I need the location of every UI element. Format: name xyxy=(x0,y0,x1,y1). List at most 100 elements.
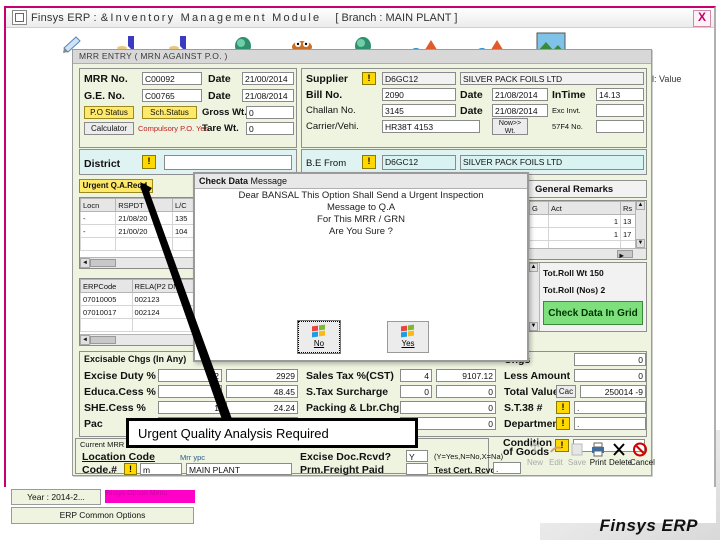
scrollbar-thumb[interactable] xyxy=(90,259,116,267)
be-from-code-field[interactable]: D6GC12 xyxy=(382,155,456,170)
education-cess-rate[interactable]: 2 xyxy=(158,385,222,398)
location-grid-table: Locn RSPDT L/C - 21/08/20 135 - 21/00/20… xyxy=(79,198,203,251)
tare-wt-field[interactable]: 0 xyxy=(246,122,294,135)
test-cert-field[interactable]: . xyxy=(493,462,521,474)
department-bang-icon[interactable]: ! xyxy=(556,417,570,430)
now-weight-button[interactable]: Now>> Wt. xyxy=(492,118,528,135)
be-from-bang-icon[interactable]: ! xyxy=(362,155,376,169)
gross-wt-field[interactable]: 0 xyxy=(246,106,294,119)
supplier-bang-icon[interactable]: ! xyxy=(362,72,376,85)
excise-duty-amount[interactable]: 2929 xyxy=(226,369,298,382)
sales-tax-amount[interactable]: 9107.12 xyxy=(436,369,496,382)
cancel-button[interactable]: Cancel xyxy=(630,440,655,472)
dialog-no-button[interactable]: No xyxy=(297,320,341,354)
table-row[interactable]: 1 13 xyxy=(529,214,646,228)
bill-no-field[interactable]: 2090 xyxy=(382,88,456,101)
stax-surcharge-label: S.Tax Surcharge xyxy=(306,386,389,398)
general-remarks-grid[interactable]: G Act Rs 1 13 1 17 ▲ ▼ ► xyxy=(528,200,647,260)
supplier-name-field[interactable]: SILVER PACK FOILS LTD xyxy=(460,72,644,85)
challan-date-field[interactable]: 21/08/2014 xyxy=(492,104,548,117)
horizontal-scrollbar[interactable]: ◄ xyxy=(80,334,202,345)
total-value-field[interactable]: 250014 -9 xyxy=(580,385,646,398)
bill-date-field[interactable]: 21/08/2014 xyxy=(492,88,548,101)
in-time-field[interactable]: 14.13 xyxy=(596,88,644,101)
sales-tax-rate[interactable]: 4 xyxy=(400,369,432,382)
cell: - xyxy=(79,224,117,238)
new-button[interactable]: New xyxy=(525,440,545,472)
challan-no-field[interactable]: 3145 xyxy=(382,104,456,117)
carrier-field[interactable]: HR38T 4153 xyxy=(382,120,480,133)
print-button[interactable]: Print xyxy=(588,440,608,472)
department-field[interactable]: . xyxy=(574,417,646,430)
urgent-qa-required-button[interactable]: Urgent Q.A.Reqd. xyxy=(79,179,153,193)
table-row[interactable]: 07010017 002124 xyxy=(80,305,203,319)
district-bang-icon[interactable]: ! xyxy=(142,155,156,169)
table-row[interactable]: 1 17 xyxy=(529,227,646,241)
location-grid[interactable]: Locn RSPDT L/C - 21/08/20 135 - 21/00/20… xyxy=(79,197,203,269)
st38-bang-icon[interactable]: ! xyxy=(556,401,570,414)
form-57f4-field[interactable] xyxy=(596,120,644,133)
excise-doc-field[interactable]: Y xyxy=(406,450,428,462)
ge-date-field[interactable]: 21/08/2014 xyxy=(242,89,294,102)
table-row[interactable]: - 21/08/20 135 xyxy=(79,211,203,225)
dialog-message-line: Message to Q.A xyxy=(326,202,396,213)
she-cess-rate[interactable]: 1 xyxy=(158,401,222,414)
table-row[interactable] xyxy=(80,318,203,332)
table-row[interactable]: - 21/00/20 104 xyxy=(79,224,203,238)
total-roll-weight-label: Tot.Roll Wt 150 xyxy=(543,268,604,278)
mrr-date-field[interactable]: 21/00/2014 xyxy=(242,72,294,85)
close-icon[interactable]: X xyxy=(693,10,711,27)
save-button[interactable]: Save xyxy=(567,440,587,472)
stax-surcharge-amount[interactable]: 0 xyxy=(436,385,496,398)
table-row[interactable] xyxy=(79,237,203,251)
table-row[interactable]: 07010005 002123 xyxy=(80,292,203,306)
scroll-up-icon[interactable]: ▲ xyxy=(529,263,538,272)
year-button[interactable]: Year : 2014-2... xyxy=(11,489,101,505)
scroll-left-icon[interactable]: ◄ xyxy=(80,335,90,345)
horizontal-scrollbar[interactable]: ◄ xyxy=(80,257,202,268)
dialog-message: Dear BANSAL This Option Shall Send a Urg… xyxy=(195,190,527,238)
she-cess-amount[interactable]: 24.24 xyxy=(226,401,298,414)
code-field[interactable]: m xyxy=(140,463,182,475)
excise-duty-rate[interactable]: 12 xyxy=(158,369,222,382)
vertical-scrollbar[interactable]: ▲ ▼ xyxy=(529,263,540,331)
horizontal-scrollbar[interactable]: ► xyxy=(529,248,646,260)
sch-status-button[interactable]: Sch.Status xyxy=(142,106,197,119)
challan-no-label: Challan No. xyxy=(306,105,356,116)
stax-surcharge-rate[interactable]: 0 xyxy=(400,385,432,398)
scroll-down-icon[interactable]: ▼ xyxy=(636,239,645,248)
scroll-down-icon[interactable]: ▼ xyxy=(529,322,538,331)
district-label: District xyxy=(84,158,121,170)
po-status-button[interactable]: P.O Status xyxy=(84,106,134,119)
education-cess-amount[interactable]: 48.45 xyxy=(226,385,298,398)
erp-common-options-button[interactable]: ERP Common Options xyxy=(11,507,194,524)
exc-invt-field[interactable] xyxy=(596,104,644,117)
dialog-yes-button[interactable]: Yes xyxy=(387,321,429,353)
supplier-code-field[interactable]: D6GC12 xyxy=(382,72,456,85)
st38-field[interactable]: . xyxy=(574,401,646,414)
scroll-up-icon[interactable]: ▲ xyxy=(636,201,645,210)
scrollbar-thumb[interactable]: ► xyxy=(617,250,633,260)
chgs-value[interactable]: 0 xyxy=(574,353,646,366)
erp-code-grid[interactable]: ERPCode RELA(P2 DN) 07010005 002123 0701… xyxy=(79,278,203,346)
edit-button[interactable]: Edit xyxy=(546,440,566,472)
scrollbar-thumb[interactable] xyxy=(90,336,116,344)
calc-total-button[interactable]: Cac xyxy=(556,385,576,398)
district-field[interactable] xyxy=(164,155,292,170)
delete-button[interactable]: Delete xyxy=(609,440,632,472)
code-bang-icon[interactable]: ! xyxy=(124,463,137,475)
scroll-left-icon[interactable]: ◄ xyxy=(80,258,90,268)
plant-name-field[interactable]: MAIN PLANT xyxy=(186,463,292,475)
freight-paid-field[interactable] xyxy=(406,463,428,475)
ge-no-field[interactable]: C00765 xyxy=(142,89,202,102)
less-amount-value[interactable]: 0 xyxy=(574,369,646,382)
calculator-button[interactable]: Calculator xyxy=(84,122,134,135)
be-from-name-field[interactable]: SILVER PACK FOILS LTD xyxy=(460,155,644,170)
packing-labour-amount[interactable]: 0 xyxy=(400,401,496,414)
finsys-option-menu-label[interactable]: Finsys Option Menu xyxy=(105,490,195,503)
excise-duty-label: Excise Duty % xyxy=(84,370,156,382)
check-data-in-grid-button[interactable]: Check Data In Grid xyxy=(543,301,643,325)
total-value-label: Total Value xyxy=(504,386,559,398)
mrr-no-field[interactable]: C00092 xyxy=(142,72,202,85)
cell: 002123 xyxy=(131,292,203,306)
